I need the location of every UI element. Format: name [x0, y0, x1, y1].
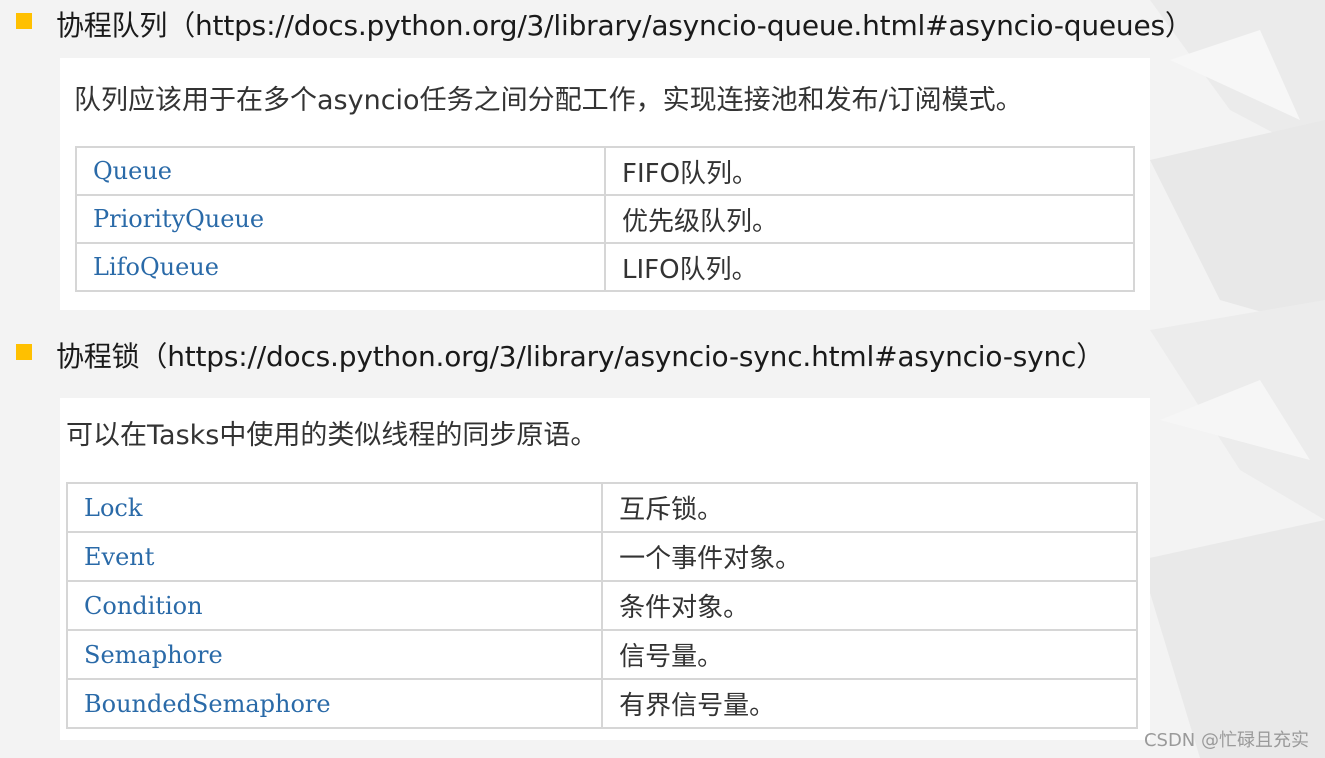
section-bullet	[16, 344, 32, 360]
class-description: 条件对象。	[601, 580, 1138, 631]
class-name-link[interactable]: Lock	[65, 482, 604, 533]
table-row: BoundedSemaphore 有界信号量。	[65, 678, 1138, 729]
class-name-link[interactable]: Condition	[65, 580, 604, 631]
section-heading-queues: 协程队列（https://docs.python.org/3/library/a…	[56, 9, 1193, 42]
table-row: LifoQueue LIFO队列。	[74, 242, 1135, 292]
class-description: LIFO队列。	[604, 242, 1135, 292]
csdn-watermark: CSDN @忙碌且充实	[1143, 730, 1309, 751]
queues-intro-text: 队列应该用于在多个asyncio任务之间分配工作，实现连接池和发布/订阅模式。	[74, 85, 1023, 116]
table-row: Event 一个事件对象。	[65, 531, 1138, 582]
class-name-link[interactable]: Semaphore	[65, 629, 604, 680]
class-description: 信号量。	[601, 629, 1138, 680]
class-description: 一个事件对象。	[601, 531, 1138, 582]
class-description: 互斥锁。	[601, 482, 1138, 533]
table-row: PriorityQueue 优先级队列。	[74, 194, 1135, 244]
table-row: Condition 条件对象。	[65, 580, 1138, 631]
section-bullet	[16, 13, 32, 29]
class-name-link[interactable]: BoundedSemaphore	[65, 678, 604, 729]
table-row: Queue FIFO队列。	[74, 146, 1135, 196]
class-name-link[interactable]: LifoQueue	[74, 242, 607, 292]
locks-table: Lock 互斥锁。 Event 一个事件对象。 Condition 条件对象。 …	[65, 482, 1138, 729]
queues-table: Queue FIFO队列。 PriorityQueue 优先级队列。 LifoQ…	[74, 146, 1135, 292]
class-description: 优先级队列。	[604, 194, 1135, 244]
class-name-link[interactable]: Queue	[74, 146, 607, 196]
table-row: Lock 互斥锁。	[65, 482, 1138, 533]
class-name-link[interactable]: PriorityQueue	[74, 194, 607, 244]
class-name-link[interactable]: Event	[65, 531, 604, 582]
locks-intro-text: 可以在Tasks中使用的类似线程的同步原语。	[66, 420, 598, 451]
class-description: 有界信号量。	[601, 678, 1138, 729]
section-heading-locks: 协程锁（https://docs.python.org/3/library/as…	[56, 340, 1105, 373]
table-row: Semaphore 信号量。	[65, 629, 1138, 680]
class-description: FIFO队列。	[604, 146, 1135, 196]
